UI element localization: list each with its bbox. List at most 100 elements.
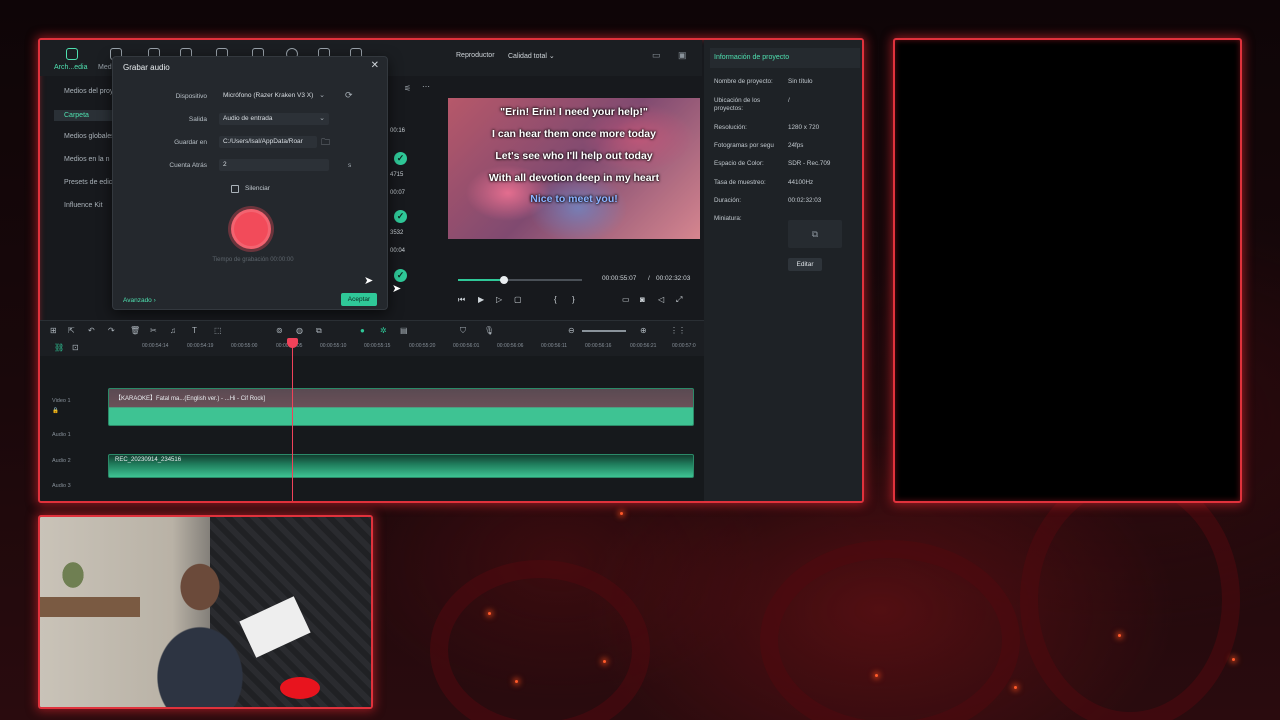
accept-button[interactable]: Aceptar: [341, 293, 377, 306]
tab-project-info[interactable]: Información de proyecto: [710, 48, 860, 68]
video-preview[interactable]: "Erin! Erin! I need your help!" I can he…: [448, 98, 700, 239]
audio-clip[interactable]: REC_20230914_234516: [108, 454, 694, 478]
ruler-tick: 00:00:56:06: [497, 343, 524, 349]
marker-icon[interactable]: ⛉: [460, 326, 466, 336]
lyric-line: "Erin! Erin! I need your help!": [500, 106, 648, 118]
countdown-field[interactable]: 2: [219, 159, 329, 171]
chevron-down-icon: ⌄: [319, 92, 325, 99]
zoom-out-icon[interactable]: ⊖: [568, 326, 575, 335]
snapshot-icon[interactable]: ▣: [678, 50, 687, 61]
redo-icon[interactable]: ↷: [108, 326, 115, 335]
grid-icon[interactable]: ▭: [652, 50, 661, 61]
cut-icon[interactable]: ✂: [150, 326, 157, 335]
more-icon[interactable]: ⋯: [422, 82, 430, 91]
overlay-frame-empty: [893, 38, 1242, 503]
play-back-icon[interactable]: ▶: [478, 295, 484, 304]
track-add-icon[interactable]: ⊡: [72, 343, 79, 352]
mic-icon[interactable]: 🎙: [484, 326, 494, 335]
sidebar-item-influence-kit[interactable]: Influence Kit: [64, 202, 103, 209]
refresh-icon[interactable]: ⟳: [345, 90, 353, 101]
quality-select[interactable]: Calidad total ⌄: [508, 52, 555, 60]
snap-icon[interactable]: ✲: [380, 326, 387, 335]
sidebar-item-folder[interactable]: Carpeta: [54, 110, 114, 121]
tab-media-label[interactable]: Arch...edia: [54, 64, 87, 71]
ruler-tick: 00:00:55:10: [320, 343, 347, 349]
playhead[interactable]: [292, 340, 293, 501]
folder-icon[interactable]: 🗀: [321, 135, 330, 151]
video-clip-label: 【KARAOKE】Fatal ma...(English ver.) - ...…: [115, 396, 266, 402]
ember: [515, 680, 518, 683]
undo-icon[interactable]: ↶: [88, 326, 95, 335]
mouse-cursor: ➤: [364, 275, 374, 287]
play-icon[interactable]: ▷: [496, 295, 502, 304]
save-label: Guardar en: [174, 139, 207, 146]
sidebar-item-global-media[interactable]: Medios globales: [64, 133, 115, 140]
info-value: /: [788, 97, 790, 104]
render-icon[interactable]: ▤: [400, 326, 408, 335]
ai-icon[interactable]: ●: [360, 326, 365, 335]
audio-icon[interactable]: ♫: [170, 326, 176, 335]
timeline-ruler[interactable]: ⛓ ⊡ 00:00:54:14 00:00:54:19 00:00:55:00 …: [40, 340, 704, 356]
save-path-value: C:/Users/lsal/AppData/Roar: [223, 138, 303, 145]
media-size: 3532: [390, 230, 404, 236]
media-icon[interactable]: [66, 48, 78, 60]
prev-frame-icon[interactable]: ⏮: [458, 295, 465, 305]
info-label: Tasa de muestreo:: [714, 179, 766, 186]
mark-in-icon[interactable]: {: [554, 295, 557, 304]
ruler-tick: 00:00:55:20: [409, 343, 436, 349]
device-label: Dispositivo: [175, 93, 207, 100]
lyric-line: With all devotion deep in my heart: [488, 172, 660, 184]
thumbnail-icon[interactable]: ⧉: [788, 220, 842, 248]
check-icon[interactable]: ✓: [394, 269, 407, 282]
countdown-value: 2: [223, 161, 227, 168]
info-label: Nombre de proyecto:: [714, 78, 773, 85]
chevron-down-icon: ⌄: [319, 115, 325, 122]
speed-icon[interactable]: ⊚: [276, 326, 283, 335]
link-icon[interactable]: ⛓: [54, 343, 64, 352]
zoom-in-icon[interactable]: ⊕: [640, 326, 647, 335]
tab-second-label[interactable]: Med: [98, 64, 112, 71]
stop-icon[interactable]: ▢: [514, 295, 522, 304]
player-header: Reproductor Calidad total ⌄ ▭ ▣: [448, 40, 702, 76]
bg-swirl: [760, 540, 1020, 720]
check-icon[interactable]: ✓: [394, 210, 407, 223]
device-select[interactable]: Micrófono (Razer Kraken V3 X) ⌄: [219, 90, 329, 102]
fullscreen-icon[interactable]: ⤢: [676, 295, 682, 305]
filter-icon[interactable]: ⚟: [404, 84, 411, 93]
save-path-field[interactable]: C:/Users/lsal/AppData/Roar: [219, 136, 317, 148]
info-value: Sin título: [788, 78, 813, 85]
edit-button[interactable]: Editar: [788, 258, 822, 271]
ruler-tick: 00:00:54:14: [142, 343, 169, 349]
camera-icon[interactable]: ◙: [640, 295, 645, 304]
sidebar-item-edit-presets[interactable]: Presets de edic: [64, 179, 112, 186]
zoom-slider[interactable]: [582, 330, 626, 332]
video-clip[interactable]: 【KARAOKE】Fatal ma...(English ver.) - ...…: [108, 388, 694, 426]
progress-knob[interactable]: [499, 276, 508, 284]
grid-view-icon[interactable]: ⋮⋮: [670, 326, 686, 335]
advanced-link[interactable]: Avanzado ›: [123, 297, 156, 304]
ruler-tick: 00:00:57:0: [672, 343, 696, 349]
check-icon[interactable]: ✓: [394, 152, 407, 165]
output-select[interactable]: Audio de entrada ⌄: [219, 113, 329, 125]
volume-icon[interactable]: ◁: [658, 295, 664, 304]
record-button[interactable]: [231, 209, 271, 249]
monitor-icon[interactable]: ▭: [622, 295, 630, 304]
sidebar-item-project-media[interactable]: Medios del proy: [64, 88, 113, 95]
delete-icon[interactable]: 🗑: [130, 326, 140, 335]
crop-icon[interactable]: ⬚: [214, 326, 222, 335]
text-icon[interactable]: T: [192, 326, 197, 335]
group-icon[interactable]: ⧉: [316, 326, 322, 336]
mark-out-icon[interactable]: }: [572, 295, 575, 304]
select-icon[interactable]: ⇱: [68, 326, 75, 335]
close-icon[interactable]: ✕: [371, 60, 379, 71]
lock-icon[interactable]: 🔒: [52, 408, 59, 414]
mask-icon[interactable]: ◍: [296, 326, 303, 335]
mute-checkbox[interactable]: [231, 185, 239, 193]
bg-swirl: [1020, 470, 1240, 720]
progress-bar[interactable]: [458, 276, 582, 284]
layout-icon[interactable]: ⊞: [50, 326, 57, 335]
recording-time: Tiempo de grabación 00:00:00: [212, 257, 294, 263]
lyric-line-active: Nice to meet you!: [530, 193, 618, 205]
timeline-toolbar: ⊞ ⇱ ↶ ↷ 🗑 ✂ ♫ T ⬚ ⊚ ◍ ⧉ ● ✲ ▤ ⛉ 🎙 ⊖ ⊕ ⋮⋮: [40, 320, 704, 340]
sidebar-item-cloud-media[interactable]: Medios en la n: [64, 156, 110, 163]
